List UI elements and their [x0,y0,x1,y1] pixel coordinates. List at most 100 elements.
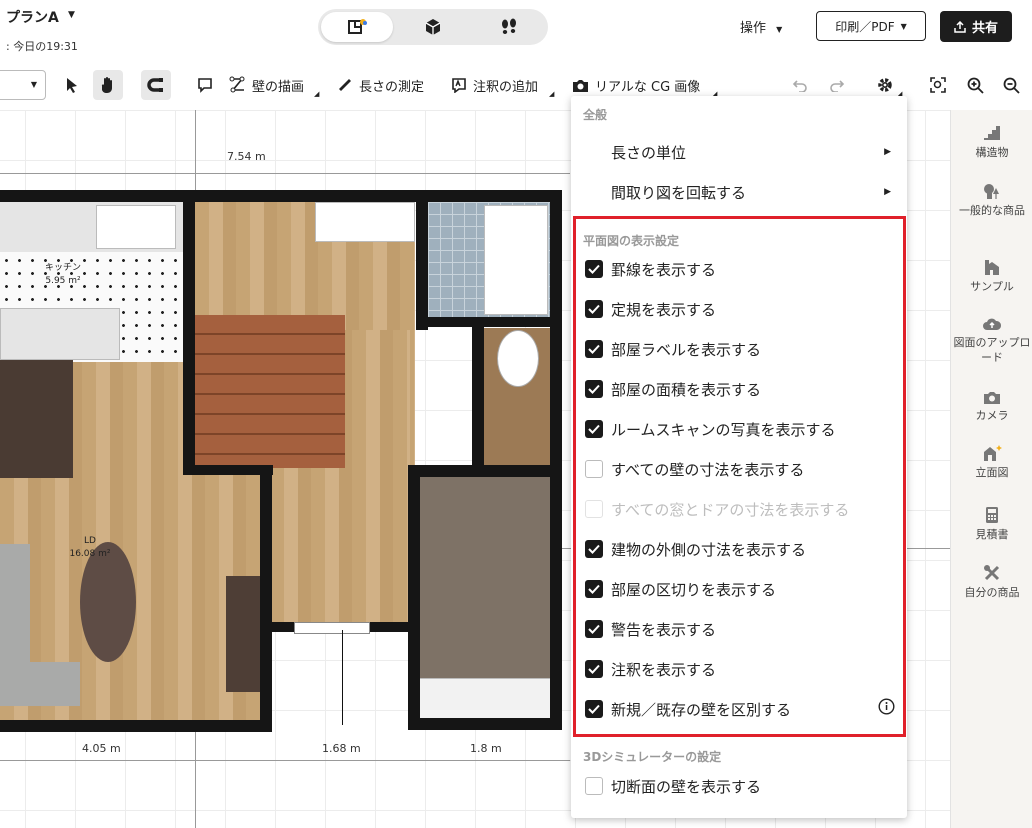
submenu-arrow-icon: ▶ [884,187,891,197]
option-label: 警告を表示する [611,620,717,639]
catalog-my-items[interactable]: 自分の商品 [951,564,1032,600]
hand-icon [101,77,112,93]
checkbox-checked[interactable] [585,420,603,438]
annotation-icon [452,78,466,93]
catalog-label: 立面図 [975,466,1009,479]
speech-bubble-icon [198,78,212,93]
checkbox-checked[interactable] [585,540,603,558]
pan-tool-button[interactable] [93,70,123,100]
option-label: 罫線を表示する [611,260,717,279]
view-walkthrough-button[interactable] [473,12,545,42]
option-label: 新規／既存の壁を区別する [611,700,792,719]
wall-path-icon [229,76,245,93]
display-option-row[interactable]: すべての壁の寸法を表示する [585,458,804,480]
display-option-row[interactable]: 部屋の面積を表示する [585,378,761,400]
display-option-row[interactable]: 部屋ラベルを表示する [585,338,761,360]
display-option-row[interactable]: 罫線を表示する [585,258,716,280]
checkbox-checked[interactable] [585,700,603,718]
sofa-ottoman [0,662,80,706]
submenu-corner-icon: ◢ [549,90,555,98]
catalog-common-items[interactable]: 一般的な商品 [951,182,1032,218]
print-pdf-button[interactable]: 印刷／PDF ▼ [816,11,926,41]
catalog-upload-plan[interactable]: 図面のアップロード [951,316,1032,365]
share-button[interactable]: 共有 [940,11,1012,42]
checkbox-checked[interactable] [585,300,603,318]
dimension-line-top [0,173,570,174]
operations-label: 操作 [740,21,767,36]
settings-dropdown-menu: 全般 長さの単位 ▶ 間取り図を回転する ▶ 平面図の表示設定 罫線を表示する定… [571,96,907,818]
option-show-cut-walls[interactable]: 切断面の壁を表示する [585,775,761,797]
catalog-structure[interactable]: 構造物 [951,124,1032,160]
wall [550,190,562,730]
wall [260,465,272,730]
right-catalog-panel: 構造物 一般的な商品 サンプル 図面のアップロード カメラ 立面図 見積書 自分… [950,110,1032,828]
kitchen-area: 5.95 m² [45,276,81,286]
view-3d-button[interactable] [397,12,469,42]
catalog-label: 見積書 [975,528,1009,541]
display-option-row[interactable]: 定規を表示する [585,298,716,320]
option-label: 切断面の壁を表示する [611,777,762,796]
checkbox-checked[interactable] [585,580,603,598]
check-icon [588,344,600,354]
fridge [96,205,176,249]
plan-chevron-down-icon[interactable]: ▼ [68,10,75,20]
view-2d-button[interactable] [321,12,393,42]
checkbox-checked[interactable] [585,260,603,278]
kitchen-name: キッチン [44,263,81,273]
fit-view-button[interactable] [930,70,946,100]
catalog-camera[interactable]: カメラ [951,390,1032,423]
checkbox-checked[interactable] [585,620,603,638]
option-label: 定規を表示する [611,300,717,319]
wall [0,720,272,732]
measure-label: 長さの測定 [359,79,425,95]
draw-wall-button[interactable]: 壁の描画 ◢ [229,70,319,100]
measure-button[interactable]: 長さの測定 [337,70,424,100]
plan-name[interactable]: プランA [6,7,59,27]
display-option-row: すべての窓とドアの寸法を表示する [585,498,849,520]
share-label: 共有 [971,21,998,36]
catalog-label: サンプル [970,280,1014,293]
dimension-bottom-3: 1.8 m [470,742,502,755]
entrance-arrow [342,630,343,725]
catalog-elevation[interactable]: 立面図 [951,444,1032,480]
redo-icon [830,80,845,92]
add-note-button[interactable]: 注釈の追加 ◢ [451,70,554,100]
submenu-corner-icon: ◢ [314,90,320,98]
checkbox [585,500,603,518]
display-option-row[interactable]: ルームスキャンの写真を表示する [585,418,836,440]
zoom-out-button[interactable] [1003,70,1020,100]
menu-item-rotate-plan[interactable]: 間取り図を回転する ▶ [571,176,907,208]
select-tool-button[interactable] [57,70,87,100]
option-label: 部屋ラベルを表示する [611,340,762,359]
catalog-sample[interactable]: サンプル [951,258,1032,294]
catalog-estimate[interactable]: 見積書 [951,506,1032,542]
comment-button[interactable] [197,70,213,100]
zoom-in-button[interactable] [967,70,984,100]
display-option-row[interactable]: 新規／既存の壁を区別する [585,698,791,720]
dimension-bottom-1: 4.05 m [82,742,121,755]
checkbox-checked[interactable] [585,660,603,678]
info-icon[interactable] [878,698,895,715]
camera-icon [984,392,1000,404]
checkbox[interactable] [585,777,603,795]
ld-name: LD [84,536,96,546]
washbasin [315,202,415,242]
display-option-row[interactable]: 建物の外側の寸法を表示する [585,538,806,560]
display-option-row[interactable]: 警告を表示する [585,618,716,640]
bathtub [484,205,548,315]
operations-menu[interactable]: 操作 ▼ [740,17,782,36]
checkbox-checked[interactable] [585,340,603,358]
option-label: 部屋の区切りを表示する [611,580,777,599]
checkbox[interactable] [585,460,603,478]
display-option-row[interactable]: 注釈を表示する [585,658,716,680]
cube-icon [425,19,441,35]
level-select[interactable]: ▼ [0,70,46,100]
wall [408,718,562,730]
menu-item-length-unit[interactable]: 長さの単位 ▶ [571,136,907,168]
magnet-snap-button[interactable] [141,70,171,100]
display-option-row[interactable]: 部屋の区切りを表示する [585,578,776,600]
wall [416,190,428,330]
dimension-bottom-2: 1.68 m [322,742,361,755]
catalog-label: カメラ [975,409,1009,422]
checkbox-checked[interactable] [585,380,603,398]
